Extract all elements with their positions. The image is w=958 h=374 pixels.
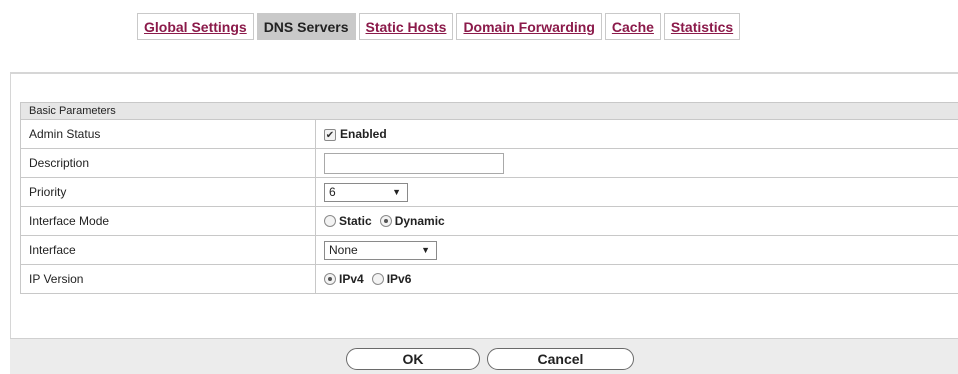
cancel-button[interactable]: Cancel [487,348,634,370]
caret-down-icon: ▼ [421,244,430,255]
button-bar: OK Cancel [10,338,958,374]
admin-status-label: Admin Status [21,120,316,148]
interface-label: Interface [21,236,316,264]
priority-label: Priority [21,178,316,206]
caret-down-icon: ▼ [392,186,401,197]
priority-select[interactable]: 6 ▼ [324,182,408,202]
radio-ipv4[interactable] [324,273,336,285]
ok-button[interactable]: OK [346,348,480,370]
description-label: Description [21,149,316,177]
row-interface-mode: Interface Mode Static Dynamic [20,207,958,236]
interface-mode-label: Interface Mode [21,207,316,235]
ip-version-ipv4-option[interactable]: IPv4 [324,272,364,286]
admin-status-checkbox[interactable]: ✔ [324,129,336,141]
enabled-label: Enabled [340,127,387,141]
row-admin-status: Admin Status ✔ Enabled [20,120,958,149]
ipv4-label: IPv4 [339,272,364,286]
ipv6-label: IPv6 [386,272,412,286]
settings-panel: Basic Parameters Admin Status ✔ Enabled … [10,72,958,374]
checkmark-icon: ✔ [325,129,335,141]
parameters-table: Admin Status ✔ Enabled Description Prior… [20,120,958,294]
tab-statistics[interactable]: Statistics [663,13,741,40]
row-priority: Priority 6 ▼ [20,178,958,207]
tab-global-settings[interactable]: Global Settings [137,13,254,40]
tab-bar: Global Settings DNS Servers Static Hosts… [137,13,741,40]
tab-static-hosts[interactable]: Static Hosts [358,13,454,40]
tab-dns-servers[interactable]: DNS Servers [256,13,356,40]
radio-ipv6[interactable] [371,273,384,285]
dynamic-label: Dynamic [394,214,445,228]
tab-cache[interactable]: Cache [604,13,661,40]
radio-dynamic[interactable] [379,215,392,227]
section-header: Basic Parameters [20,102,958,120]
interface-select[interactable]: None ▼ [324,240,437,260]
tab-domain-forwarding[interactable]: Domain Forwarding [456,13,602,40]
description-input[interactable] [324,152,504,174]
row-interface: Interface None ▼ [20,236,958,265]
interface-value: None [329,243,358,257]
row-ip-version: IP Version IPv4 IPv6 [20,265,958,294]
ip-version-ipv6-option[interactable]: IPv6 [371,272,412,286]
interface-mode-dynamic-option[interactable]: Dynamic [379,214,445,228]
interface-mode-static-option[interactable]: Static [324,214,372,228]
static-label: Static [339,214,372,228]
row-description: Description [20,149,958,178]
radio-static[interactable] [324,215,336,227]
ip-version-label: IP Version [21,265,316,293]
priority-value: 6 [329,185,336,199]
